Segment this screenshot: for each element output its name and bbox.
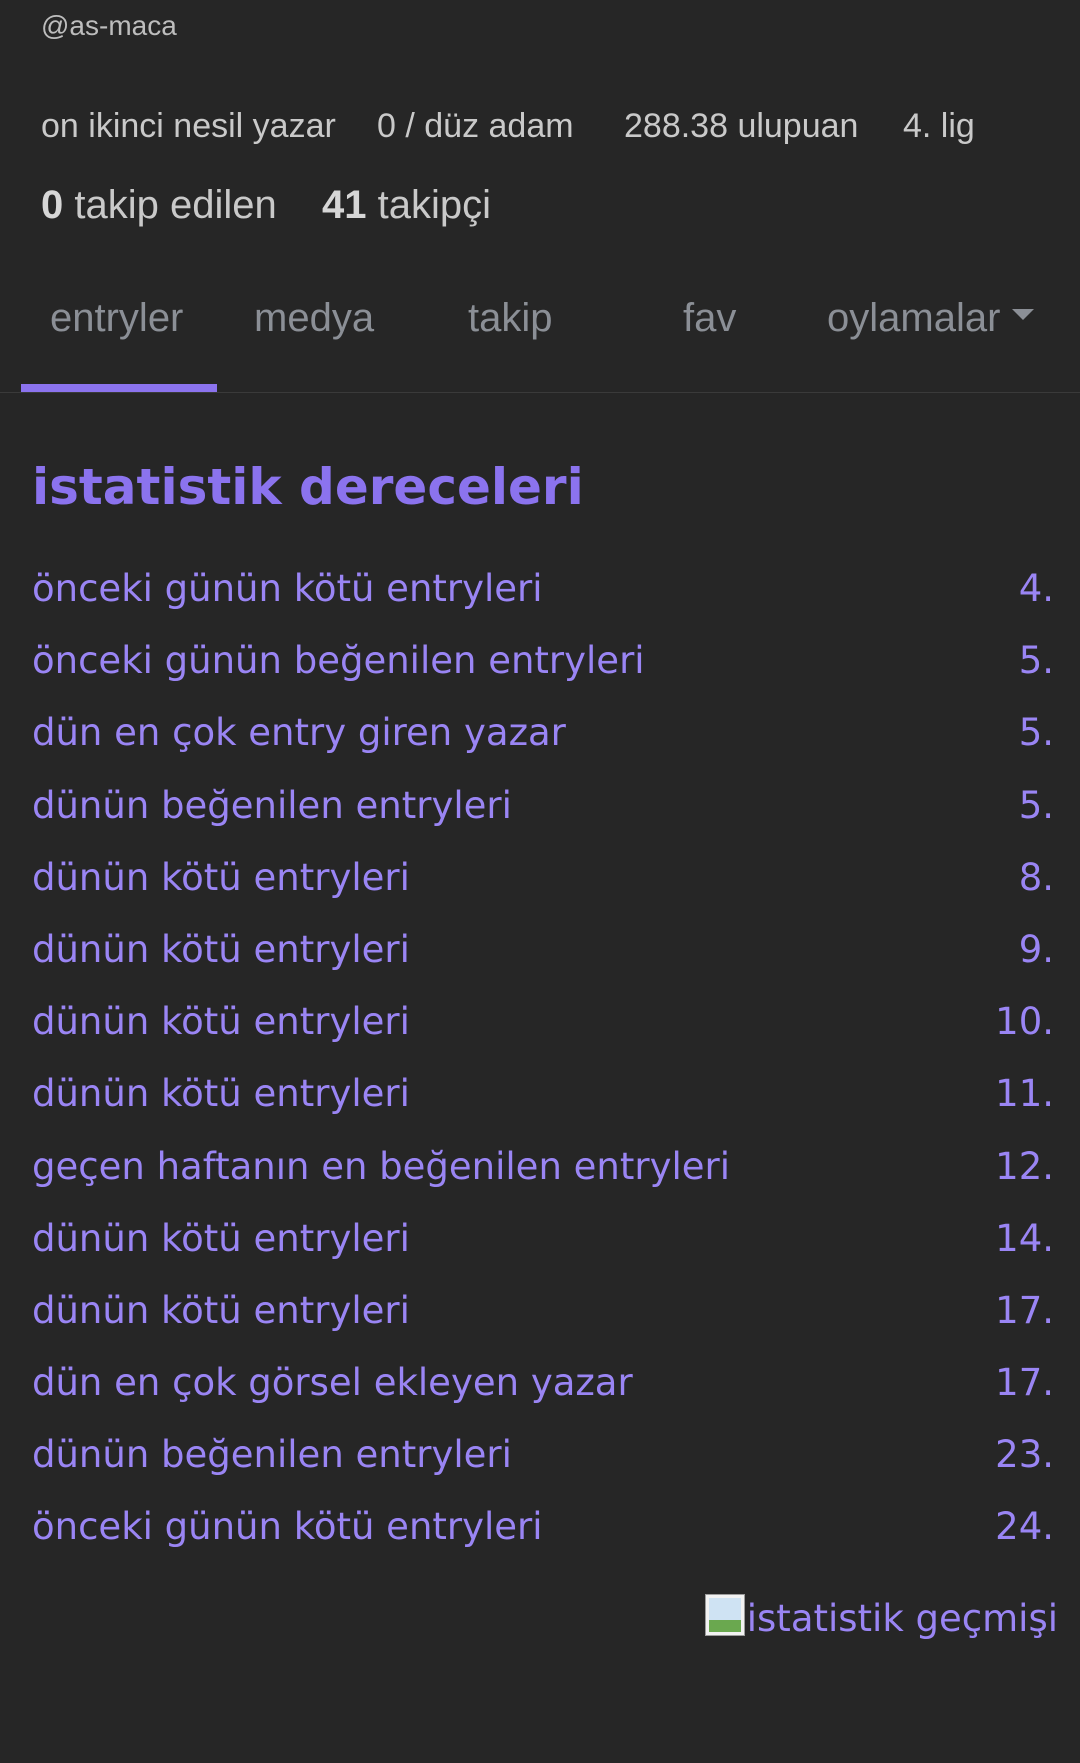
stat-label[interactable]: dün en çok entry giren yazar [32,711,566,754]
stat-label[interactable]: dünün kötü entryleri [32,856,410,899]
stats-list: önceki günün kötü entryleri 4. önceki gün… [0,567,1080,1578]
profile-tabs: entryler medya takip fav oylamalar [0,280,1080,393]
active-tab-indicator [21,384,217,392]
stat-rank: 11. [995,1072,1054,1116]
follow-stats: 0 takip edilen 41 takipçi [0,183,1080,233]
league-label: 4. lig [903,107,975,145]
stat-label[interactable]: dünün kötü entryleri [32,1217,410,1260]
following-count: 0 [41,183,64,227]
tab-oylamalar[interactable]: oylamalar [827,296,1035,341]
stats-history-label: istatistik geçmişi [746,1597,1058,1640]
list-item: dün en çok görsel ekleyen yazar 17. [0,1361,1080,1433]
stat-label[interactable]: dünün kötü entryleri [32,1000,410,1043]
tab-medya[interactable]: medya [254,296,374,341]
list-item: dünün kötü entryleri 9. [0,928,1080,1000]
stat-label[interactable]: önceki günün beğenilen entryleri [32,639,645,682]
stat-label[interactable]: önceki günün kötü entryleri [32,567,543,610]
list-item: dünün kötü entryleri 10. [0,1000,1080,1072]
following-link[interactable]: 0 takip edilen [41,183,277,228]
stat-label[interactable]: dünün kötü entryleri [32,1289,410,1332]
profile-meta: on ikinci nesil yazar 0 / düz adam 288.3… [0,107,1080,147]
tab-entryler[interactable]: entryler [50,296,183,341]
stat-rank: 8. [1018,855,1054,899]
stat-rank: 12. [995,1144,1054,1188]
chevron-down-icon [1012,308,1035,320]
stat-rank: 10. [995,1000,1054,1044]
list-item: geçen haftanın en beğenilen entryleri 12. [0,1145,1080,1217]
stat-label[interactable]: geçen haftanın en beğenilen entryleri [32,1145,730,1188]
stat-rank: 17. [995,1288,1054,1332]
stat-rank: 4. [1018,567,1054,610]
list-item: dünün beğenilen entryleri 23. [0,1433,1080,1505]
stat-label[interactable]: dünün beğenilen entryleri [32,784,512,827]
stat-label[interactable]: dün en çok görsel ekleyen yazar [32,1361,633,1404]
list-item: önceki günün kötü entryleri 4. [0,567,1080,639]
stat-rank: 5. [1018,783,1054,827]
list-item: önceki günün kötü entryleri 24. [0,1505,1080,1577]
stat-rank: 9. [1018,927,1054,971]
list-item: dün en çok entry giren yazar 5. [0,711,1080,783]
tab-fav[interactable]: fav [683,296,736,341]
stat-rank: 17. [995,1361,1054,1405]
tab-takip[interactable]: takip [468,296,553,341]
stats-history-link[interactable]: istatistik geçmişi [704,1590,1058,1640]
list-item: dünün beğenilen entryleri 5. [0,784,1080,856]
stat-rank: 14. [995,1216,1054,1260]
list-item: dünün kötü entryleri 11. [0,1072,1080,1144]
user-handle: @as-maca [41,10,177,41]
followers-label: takipçi [366,183,491,227]
generation-label: on ikinci nesil yazar [41,107,336,145]
stat-label[interactable]: dünün beğenilen entryleri [32,1433,512,1476]
list-item: dünün kötü entryleri 17. [0,1289,1080,1361]
stat-label[interactable]: önceki günün kötü entryleri [32,1505,543,1548]
list-item: önceki günün beğenilen entryleri 5. [0,639,1080,711]
stat-rank: 5. [1018,639,1054,683]
tab-oylamalar-label: oylamalar [827,296,1001,340]
stat-rank: 5. [1018,711,1054,755]
stat-rank: 24. [995,1505,1054,1549]
points-label: 288.38 ulupuan [624,107,859,145]
list-item: dünün kötü entryleri 8. [0,856,1080,928]
rank-title: 0 / düz adam [377,107,574,145]
list-item: dünün kötü entryleri 14. [0,1217,1080,1289]
stats-title: istatistik dereceleri [32,458,584,516]
stat-rank: 23. [995,1433,1054,1477]
following-label: takip edilen [63,183,277,227]
broken-image-icon [704,1594,745,1636]
followers-link[interactable]: 41 takipçi [322,183,491,228]
stat-label[interactable]: dünün kötü entryleri [32,928,410,971]
stat-label[interactable]: dünün kötü entryleri [32,1072,410,1115]
followers-count: 41 [322,183,367,227]
